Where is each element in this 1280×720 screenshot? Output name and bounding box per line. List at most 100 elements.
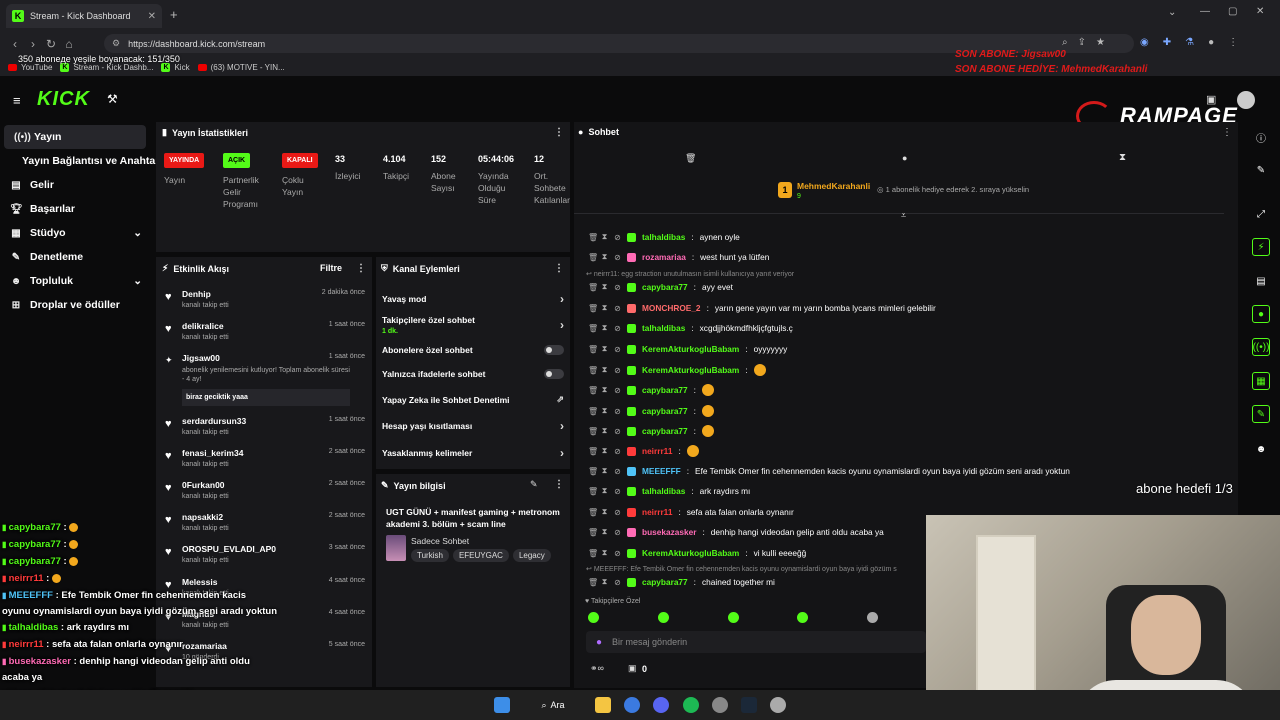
trash-icon[interactable]: 🗑︎ [588, 283, 598, 292]
people-icon[interactable]: ☻ [1252, 440, 1270, 458]
avatar[interactable] [1237, 91, 1255, 109]
obs-icon[interactable] [712, 697, 728, 713]
timeout-icon[interactable]: ⧗ [601, 365, 608, 375]
clipboard-icon[interactable]: ▤ [1252, 272, 1270, 290]
trash-icon[interactable]: 🗑︎ [588, 578, 598, 587]
sidebar-item-stream-key[interactable]: Yayın Bağlantısı ve Anahtarı [0, 149, 162, 173]
browser-tab[interactable]: K Stream - Kick Dashboard ✕ [6, 4, 162, 28]
ban-icon[interactable]: ⊘ [614, 407, 621, 416]
chat-username[interactable]: capybara77 [642, 426, 688, 436]
menu-icon[interactable]: ⋮ [1228, 37, 1238, 48]
chat-username[interactable]: KeremAkturkogluBabam [642, 344, 739, 354]
trash-icon[interactable]: 🗑︎ [588, 447, 598, 456]
chat-username[interactable]: capybara77 [642, 282, 688, 292]
chat-username[interactable]: KeremAkturkogluBabam [642, 365, 739, 375]
ban-icon[interactable]: ⊘ [614, 427, 621, 436]
hourglass-icon[interactable]: ⧗ [1119, 152, 1126, 163]
chat-username[interactable]: capybara77 [642, 406, 688, 416]
timeout-icon[interactable]: ⧗ [601, 446, 608, 456]
sidebar-item-denetleme[interactable]: ✎ Denetleme [0, 245, 152, 269]
tag[interactable]: Legacy [512, 549, 551, 562]
scroll-arrow-icon[interactable]: ⩡ [901, 210, 906, 221]
chat-username[interactable]: neirrr11 [642, 507, 672, 517]
sidebar-item-studyo[interactable]: ▦ Stüdyo ⌄ [0, 221, 152, 245]
trash-icon[interactable]: 🗑︎ [588, 345, 598, 354]
slow-mode-row[interactable]: Yavaş mod › [382, 292, 564, 306]
timeout-icon[interactable]: ⧗ [601, 548, 608, 558]
trash-icon[interactable]: 🗑︎ [588, 386, 598, 395]
settings-icon[interactable] [770, 697, 786, 713]
timeout-icon[interactable]: ⧗ [601, 252, 608, 262]
ai-moderation-row[interactable]: Yapay Zeka ile Sohbet Denetimi ⇗ [382, 394, 564, 405]
account-age-row[interactable]: Hesap yaşı kısıtlaması › [382, 419, 564, 433]
ban-icon[interactable]: ⊘ [614, 487, 621, 496]
sidebar-item-basarilar[interactable]: 🏆︎ Başarılar [0, 197, 152, 221]
site-info-icon[interactable]: ⚙ [112, 38, 120, 49]
ban-icon[interactable]: ⊘ [614, 253, 621, 262]
zoom-icon[interactable]: ⌕ [1062, 37, 1068, 48]
chat-username[interactable]: talhaldibas [642, 232, 685, 242]
chat-input[interactable]: ● Bir mesaj gönderin [586, 631, 926, 653]
pencil-icon[interactable]: ✎ [1252, 161, 1270, 179]
category-name[interactable]: Sadece Sohbet [411, 536, 469, 546]
trash-icon[interactable]: 🗑︎ [588, 407, 598, 416]
hamburger-menu-icon[interactable]: ≡ [13, 93, 21, 108]
emote-icon[interactable] [797, 612, 809, 623]
timeout-icon[interactable]: ⧗ [601, 486, 608, 496]
taskbar-search[interactable]: ⌕ Ara [530, 694, 576, 716]
timeout-icon[interactable]: ⧗ [601, 527, 608, 537]
chat-settings-icon[interactable]: ⚭∞ [590, 663, 604, 674]
quick-action-broadcast-icon[interactable]: ((•)) [1252, 338, 1270, 356]
ban-icon[interactable]: ⊘ [614, 345, 621, 354]
tools-icon[interactable]: ⚒ [107, 92, 118, 106]
trash-icon[interactable]: 🗑︎ [588, 304, 598, 313]
sidebar-item-topluluk[interactable]: ☻ Topluluk ⌄ [0, 269, 152, 293]
chat-username[interactable]: rozamariaa [642, 252, 686, 262]
timeout-icon[interactable]: ⧗ [601, 232, 608, 242]
close-window-icon[interactable]: ✕ [1256, 6, 1264, 17]
chat-username[interactable]: capybara77 [642, 577, 688, 587]
sidebar-item-gelir[interactable]: ▤ Gelir [0, 173, 152, 197]
ban-icon[interactable]: ⊘ [614, 366, 621, 375]
ban-icon[interactable]: ⊘ [614, 386, 621, 395]
extension-icon[interactable]: ◉ [1140, 37, 1149, 48]
filter-button[interactable]: Filtre [320, 263, 342, 273]
kick-logo[interactable]: KICK [37, 88, 90, 111]
channel-actions-more-icon[interactable]: ⋮ [554, 263, 564, 274]
spotify-icon[interactable] [683, 697, 699, 713]
expand-icon[interactable]: ⤢ [1252, 205, 1270, 223]
sidebar-item-droplar[interactable]: ⊞ Droplar ve ödüller [0, 293, 152, 317]
quick-action-chat-icon[interactable]: ● [1252, 305, 1270, 323]
chat-username[interactable]: neirrr11 [642, 446, 672, 456]
trash-icon[interactable]: 🗑︎ [588, 467, 598, 476]
ban-icon[interactable]: ⊘ [614, 578, 621, 587]
timeout-icon[interactable]: ⧗ [601, 406, 608, 416]
chat-more-icon[interactable]: ⋮ [1222, 127, 1232, 138]
close-tab-icon[interactable]: ✕ [148, 11, 156, 22]
profile-icon[interactable]: ● [1208, 37, 1214, 48]
trash-icon[interactable]: 🗑︎ [588, 549, 598, 558]
puzzle-icon[interactable]: ✚ [1163, 37, 1171, 48]
maximize-icon[interactable]: ▢ [1228, 6, 1237, 17]
stats-more-icon[interactable]: ⋮ [554, 127, 564, 138]
emote-icon[interactable] [727, 612, 739, 623]
ban-icon[interactable]: ⊘ [614, 508, 621, 517]
timeout-icon[interactable]: ⧗ [601, 303, 608, 313]
info-icon[interactable]: ⓘ [1252, 128, 1270, 146]
chat-username[interactable]: MEEEFFF [642, 466, 681, 476]
banned-words-row[interactable]: Yasaklanmış kelimeler › [382, 446, 564, 460]
back-icon[interactable]: ‹ [6, 35, 24, 53]
trash-icon[interactable]: 🗑︎ [588, 253, 598, 262]
emote-icon[interactable] [867, 612, 878, 623]
tag[interactable]: Turkish [411, 549, 449, 562]
ban-icon[interactable]: ⊘ [614, 304, 621, 313]
bookmark-motive[interactable]: (63) MOTIVE - YIN... [197, 63, 285, 72]
timeout-icon[interactable]: ⧗ [601, 507, 608, 517]
new-tab-icon[interactable]: + [170, 7, 178, 22]
timeout-icon[interactable]: ⧗ [601, 323, 608, 333]
ban-icon[interactable]: ⊘ [614, 528, 621, 537]
ban-icon[interactable]: ⊘ [614, 233, 621, 242]
reload-icon[interactable]: ↻ [42, 35, 60, 53]
timeout-icon[interactable]: ⧗ [601, 577, 608, 587]
timeout-icon[interactable]: ⧗ [601, 426, 608, 436]
